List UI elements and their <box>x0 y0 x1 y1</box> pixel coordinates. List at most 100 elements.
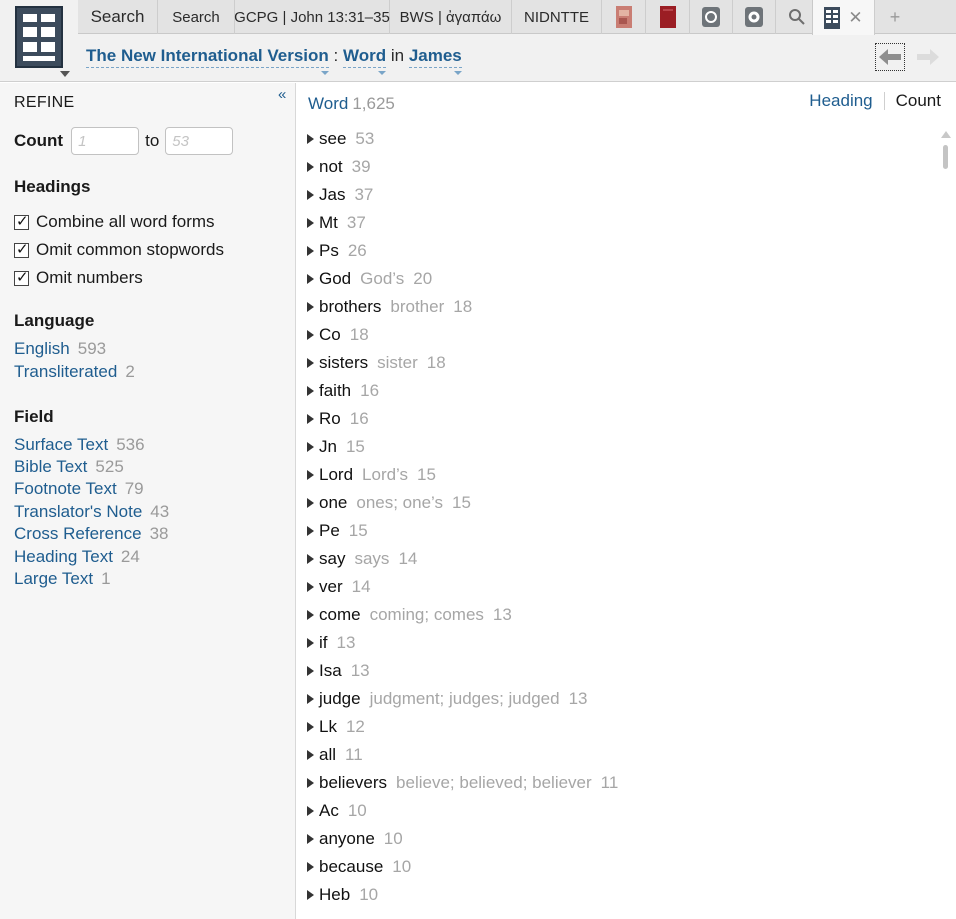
expand-triangle-icon[interactable] <box>307 442 314 452</box>
word-row[interactable]: not 39 <box>307 153 927 181</box>
expand-triangle-icon[interactable] <box>307 834 314 844</box>
expand-triangle-icon[interactable] <box>307 638 314 648</box>
expand-triangle-icon[interactable] <box>307 526 314 536</box>
expand-triangle-icon[interactable] <box>307 694 314 704</box>
expand-triangle-icon[interactable] <box>307 554 314 564</box>
tab-bws[interactable]: BWS | ἀγαπάω <box>390 0 512 34</box>
field-facet-bible-text[interactable]: Bible Text 525 <box>14 457 124 477</box>
close-icon[interactable]: ✕ <box>848 8 862 28</box>
word-row[interactable]: Jn 15 <box>307 433 927 461</box>
word-row[interactable]: faith 16 <box>307 377 927 405</box>
expand-triangle-icon[interactable] <box>307 778 314 788</box>
combine-word-forms-option[interactable]: Combine all word forms <box>14 212 215 232</box>
word-row[interactable]: say says 14 <box>307 545 927 573</box>
word-row[interactable]: brothers brother 18 <box>307 293 927 321</box>
checkbox-checked-icon[interactable] <box>14 268 29 286</box>
sort-by-heading-button[interactable]: Heading <box>809 91 872 111</box>
word-row[interactable]: judge judgment; judges; judged 13 <box>307 685 927 713</box>
scrollbar-thumb[interactable] <box>943 145 948 169</box>
scrollbar[interactable] <box>941 131 951 191</box>
expand-triangle-icon[interactable] <box>307 470 314 480</box>
expand-triangle-icon[interactable] <box>307 162 314 172</box>
word-row[interactable]: come coming; comes 13 <box>307 601 927 629</box>
word-row[interactable]: Lord Lord’s 15 <box>307 461 927 489</box>
word-row[interactable]: one ones; one’s 15 <box>307 489 927 517</box>
tab-resource-1[interactable] <box>602 0 646 34</box>
new-tab-button[interactable]: + <box>875 0 915 34</box>
expand-triangle-icon[interactable] <box>307 414 314 424</box>
word-row[interactable]: Pe 15 <box>307 517 927 545</box>
back-button[interactable] <box>875 43 905 71</box>
word-row[interactable]: because 10 <box>307 853 927 881</box>
omit-numbers-option[interactable]: Omit numbers <box>14 268 143 288</box>
expand-triangle-icon[interactable] <box>307 274 314 284</box>
expand-triangle-icon[interactable] <box>307 134 314 144</box>
tab-gcpg[interactable]: GCPG | John 13:31–35 <box>234 0 390 34</box>
expand-triangle-icon[interactable] <box>307 806 314 816</box>
expand-triangle-icon[interactable] <box>307 358 314 368</box>
word-row[interactable]: Mt 37 <box>307 209 927 237</box>
field-selector[interactable]: Word <box>342 46 387 75</box>
field-facet-large-text[interactable]: Large Text 1 <box>14 569 111 589</box>
forward-button[interactable] <box>914 43 942 71</box>
checkbox-checked-icon[interactable] <box>14 212 29 230</box>
expand-triangle-icon[interactable] <box>307 890 314 900</box>
tab-search-2[interactable]: Search <box>158 0 235 34</box>
word-row[interactable]: Ro 16 <box>307 405 927 433</box>
word-row[interactable]: Co 18 <box>307 321 927 349</box>
field-facet-heading-text[interactable]: Heading Text 24 <box>14 547 140 567</box>
tab-nidntte[interactable]: NIDNTTE <box>512 0 602 34</box>
tab-resource-2[interactable] <box>646 0 690 34</box>
word-row[interactable]: ver 14 <box>307 573 927 601</box>
word-row[interactable]: Isa 13 <box>307 657 927 685</box>
word-row[interactable]: Jas 37 <box>307 181 927 209</box>
word-row[interactable]: see 53 <box>307 125 927 153</box>
field-facet-surface-text[interactable]: Surface Text 536 <box>14 435 145 455</box>
expand-triangle-icon[interactable] <box>307 750 314 760</box>
expand-triangle-icon[interactable] <box>307 330 314 340</box>
word-row[interactable]: Ps 26 <box>307 237 927 265</box>
resource-selector[interactable]: The New International Version <box>86 46 329 75</box>
word-row[interactable]: Lk 12 <box>307 713 927 741</box>
expand-triangle-icon[interactable] <box>307 190 314 200</box>
scroll-up-icon[interactable] <box>941 131 951 138</box>
omit-stopwords-option[interactable]: Omit common stopwords <box>14 240 224 260</box>
word-row[interactable]: anyone 10 <box>307 825 927 853</box>
expand-triangle-icon[interactable] <box>307 218 314 228</box>
expand-triangle-icon[interactable] <box>307 582 314 592</box>
count-max-input[interactable] <box>165 127 234 155</box>
field-facet-translators-note[interactable]: Translator's Note 43 <box>14 502 169 522</box>
expand-triangle-icon[interactable] <box>307 722 314 732</box>
word-count: 18 <box>453 297 473 316</box>
headings-section-title: Headings <box>14 177 91 196</box>
language-facet-transliterated[interactable]: Transliterated 2 <box>14 362 135 382</box>
word-row[interactable]: if 13 <box>307 629 927 657</box>
scope-selector[interactable]: James <box>408 46 462 75</box>
field-facet-cross-reference[interactable]: Cross Reference 38 <box>14 524 168 544</box>
expand-triangle-icon[interactable] <box>307 386 314 396</box>
sort-by-count-button[interactable]: Count <box>896 91 941 111</box>
collapse-sidebar-button[interactable]: « <box>278 86 286 103</box>
word-row[interactable]: all 11 <box>307 741 927 769</box>
checkbox-checked-icon[interactable] <box>14 240 29 258</box>
word-text: brothers <box>319 297 382 316</box>
tab-bible-word-study-active[interactable]: ✕ <box>812 0 875 35</box>
word-row[interactable]: Heb 10 <box>307 881 927 909</box>
expand-triangle-icon[interactable] <box>307 666 314 676</box>
app-menu-button[interactable] <box>0 0 78 82</box>
count-min-input[interactable] <box>71 127 140 155</box>
word-row[interactable]: God God’s 20 <box>307 265 927 293</box>
expand-triangle-icon[interactable] <box>307 862 314 872</box>
word-row[interactable]: sisters sister 18 <box>307 349 927 377</box>
tab-resource-3[interactable] <box>690 0 733 34</box>
expand-triangle-icon[interactable] <box>307 498 314 508</box>
tab-search-1[interactable]: Search <box>78 0 158 34</box>
expand-triangle-icon[interactable] <box>307 246 314 256</box>
word-row[interactable]: believers believe; believed; believer 11 <box>307 769 927 797</box>
language-facet-english[interactable]: English 593 <box>14 339 106 359</box>
expand-triangle-icon[interactable] <box>307 302 314 312</box>
expand-triangle-icon[interactable] <box>307 610 314 620</box>
field-facet-footnote-text[interactable]: Footnote Text 79 <box>14 479 144 499</box>
word-row[interactable]: Ac 10 <box>307 797 927 825</box>
tab-resource-4[interactable] <box>733 0 776 34</box>
